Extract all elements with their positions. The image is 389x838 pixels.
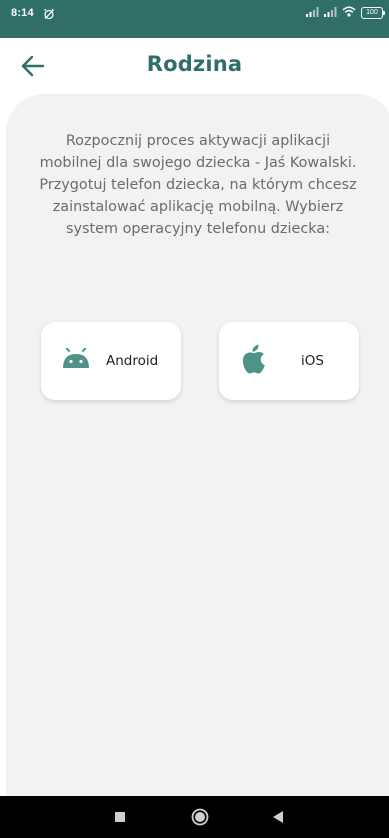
- content-panel: Rozpocznij proces aktywacji aplikacji mo…: [6, 94, 389, 796]
- ios-option-button[interactable]: iOS: [219, 322, 359, 400]
- android-option-button[interactable]: Android: [41, 322, 181, 400]
- app-header: Rodzina: [0, 38, 389, 94]
- apple-icon: [239, 344, 269, 374]
- recent-apps-icon: [115, 812, 125, 822]
- screen: 8:14 100 Rodzina Rozpocznij proces aktyw…: [0, 0, 389, 838]
- home-icon: [191, 808, 209, 826]
- signal-icon: [324, 4, 337, 22]
- android-icon: [61, 344, 91, 374]
- recent-apps-button[interactable]: [110, 807, 130, 827]
- status-icons: 100: [306, 4, 385, 22]
- status-time: 8:14: [11, 7, 34, 19]
- home-button[interactable]: [190, 807, 210, 827]
- signal-icon: [306, 4, 319, 22]
- page-title: Rodzina: [146, 52, 243, 76]
- android-option-label: Android: [106, 353, 159, 369]
- ios-option-label: iOS: [301, 353, 324, 369]
- system-back-button[interactable]: [268, 807, 288, 827]
- alarm-icon: [43, 7, 55, 20]
- system-nav-bar: [0, 796, 389, 838]
- status-bar: 8:14 100: [0, 0, 389, 38]
- intro-text: Rozpocznij proces aktywacji aplikacji mo…: [39, 133, 357, 237]
- battery-icon: 100: [361, 7, 385, 19]
- wifi-icon: [342, 4, 356, 22]
- back-triangle-icon: [273, 811, 283, 823]
